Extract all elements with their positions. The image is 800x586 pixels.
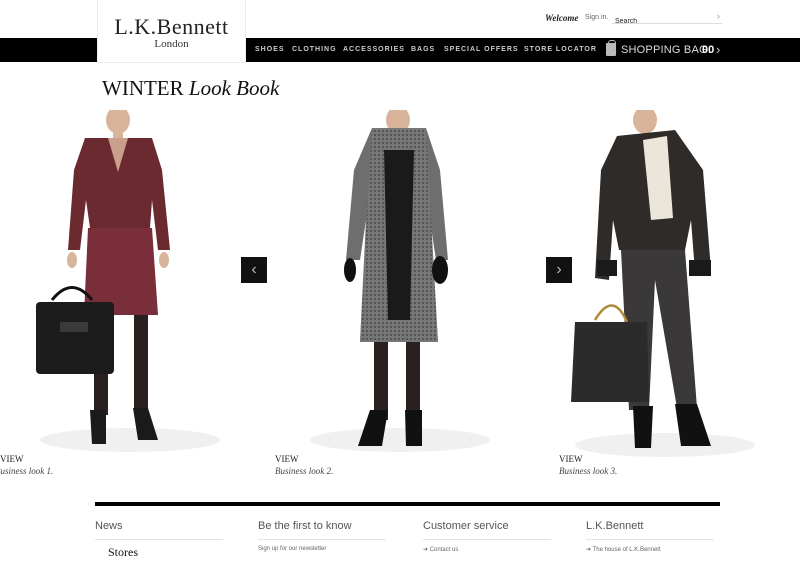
footer-line — [95, 539, 223, 540]
look-card-3[interactable]: VIEW Business look 3. — [555, 110, 800, 476]
footer-line — [586, 539, 714, 540]
chevron-right-icon[interactable]: › — [717, 11, 720, 21]
look-name[interactable]: Business look 1. — [0, 466, 53, 476]
nav-accessories[interactable]: ACCESSORIES — [343, 46, 405, 53]
model-photo — [36, 110, 220, 452]
carousel-next-button[interactable]: › — [546, 257, 572, 283]
look-card-1[interactable]: VIEW Business look 1. — [0, 110, 260, 476]
shopping-bag-count[interactable]: 00 — [702, 44, 714, 56]
nav-shoes[interactable]: SHOES — [255, 46, 285, 53]
footer-heading[interactable]: News — [95, 520, 230, 532]
house-link[interactable]: ➜ The house of L.K.Bennett — [586, 546, 661, 553]
title-main: WINTER — [102, 76, 184, 100]
footer-col-newsletter: Be the first to know Sign up for our new… — [258, 520, 393, 552]
house-link-label: The house of L.K.Bennett — [592, 547, 661, 553]
nav-special-offers[interactable]: SPECIAL OFFERS — [444, 46, 519, 53]
model-photo — [571, 110, 755, 457]
search-box: › — [612, 10, 722, 28]
page-title: WINTER Look Book — [102, 76, 279, 101]
model-photo — [310, 110, 490, 452]
newsletter-link[interactable]: Sign up for our newsletter — [258, 546, 326, 552]
look-name[interactable]: Business look 2. — [275, 466, 333, 476]
footer-line — [258, 539, 386, 540]
look-view-link[interactable]: VIEW — [275, 454, 299, 464]
chevron-right-icon: › — [556, 261, 562, 278]
title-italic: Look Book — [188, 76, 280, 100]
footer-heading: Customer service — [423, 520, 509, 532]
logo[interactable]: L.K.Bennett London — [98, 0, 245, 62]
nav-bags[interactable]: BAGS — [411, 46, 435, 53]
sign-in-link[interactable]: Sign in. — [585, 14, 608, 21]
look-view-link[interactable]: VIEW — [559, 454, 583, 464]
shopping-bag-icon[interactable] — [606, 40, 616, 56]
look-name[interactable]: Business look 3. — [559, 466, 617, 476]
nav-store-locator[interactable]: STORE LOCATOR — [524, 46, 597, 53]
footer-col-lkbennett: L.K.Bennett ➜ The house of L.K.Bennett — [586, 520, 721, 553]
welcome-text: Welcome — [545, 13, 579, 23]
contact-link-label: Contact us — [429, 547, 459, 553]
logo-sub: London — [154, 38, 189, 50]
footer-line — [423, 539, 551, 540]
logo-brand: L.K.Bennett — [114, 14, 229, 39]
look-view-link[interactable]: VIEW — [0, 454, 24, 464]
look-card-2[interactable]: VIEW Business look 2. — [270, 110, 530, 476]
footer-divider — [95, 502, 720, 506]
chevron-left-icon: ‹ — [251, 261, 257, 278]
footer-col-customer-service: Customer service ➜ Contact us — [423, 520, 558, 553]
footer-heading: L.K.Bennett — [586, 520, 644, 532]
contact-link[interactable]: ➜ Contact us — [423, 546, 458, 553]
carousel-prev-button[interactable]: ‹ — [241, 257, 267, 283]
footer-col-news: News — [95, 520, 230, 540]
nav-clothing[interactable]: CLOTHING — [292, 46, 337, 53]
footer-heading: Be the first to know — [258, 520, 352, 532]
chevron-right-icon[interactable]: › — [716, 42, 720, 57]
shopping-bag-label[interactable]: SHOPPING BAG. — [621, 44, 711, 56]
search-input[interactable] — [612, 15, 708, 28]
stores-link[interactable]: Stores — [108, 545, 138, 560]
